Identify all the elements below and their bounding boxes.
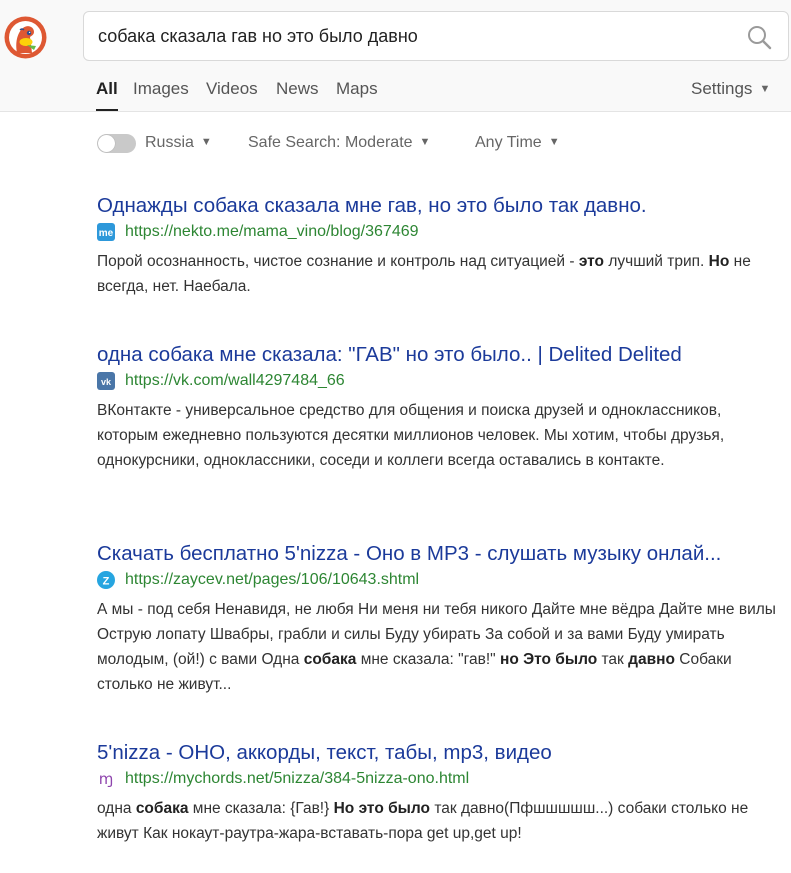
chevron-down-icon: ▼: [759, 83, 771, 95]
tab-news[interactable]: News: [276, 79, 319, 99]
safe-search-filter[interactable]: Safe Search: Moderate ▼: [248, 134, 430, 152]
result-snippet: ВКонтакте - универсальное средство для о…: [97, 398, 782, 473]
region-label: Russia: [145, 134, 194, 151]
search-icon[interactable]: [746, 24, 772, 50]
duckduckgo-logo-icon[interactable]: [3, 15, 48, 60]
snippet-highlight: Но: [708, 253, 730, 270]
me-icon: me: [97, 223, 115, 241]
snippet-text: так: [597, 651, 629, 668]
safe-search-label: Safe Search: Moderate: [248, 134, 413, 151]
mychords-icon: ɱ: [97, 770, 115, 788]
region-toggle[interactable]: [97, 134, 136, 153]
snippet-text: лучший трип.: [604, 253, 709, 270]
toggle-knob: [98, 135, 115, 152]
snippet-text: ВКонтакте - универсальное средство для о…: [97, 402, 725, 469]
snippet-highlight: собака: [135, 800, 189, 817]
search-input[interactable]: собака сказала гав но это было давно: [83, 11, 789, 61]
vk-icon: vk: [97, 372, 115, 390]
snippet-text: мне сказала: "гав!": [356, 651, 500, 668]
svg-text:me: me: [99, 228, 114, 239]
tab-maps[interactable]: Maps: [336, 79, 378, 99]
time-label: Any Time: [475, 134, 542, 151]
snippet-text: одна: [97, 800, 136, 817]
snippet-highlight: Но это было: [333, 800, 431, 817]
snippet-text: Порой осознанность, чистое сознание и ко…: [97, 253, 579, 270]
result-url-link[interactable]: https://vk.com/wall4297484_66: [125, 370, 345, 392]
search-result: Скачать бесплатно 5'nizza - Оно в MP3 - …: [97, 541, 787, 697]
snippet-highlight: это: [578, 253, 605, 270]
tab-images[interactable]: Images: [133, 79, 189, 99]
result-title-link[interactable]: Однажды собака сказала мне гав, но это б…: [97, 193, 777, 219]
snippet-highlight: но Это было: [499, 651, 598, 668]
result-snippet: одна собака мне сказала: {Гав!} Но это б…: [97, 796, 782, 846]
time-filter[interactable]: Any Time ▼: [475, 134, 560, 152]
search-query-text[interactable]: собака сказала гав но это было давно: [98, 26, 418, 47]
search-result: одна собака мне сказала: "ГАВ" но это бы…: [97, 342, 787, 473]
region-filter[interactable]: Russia ▼: [145, 134, 212, 152]
chevron-down-icon: ▼: [419, 136, 431, 148]
chevron-down-icon: ▼: [548, 136, 560, 148]
result-title-link[interactable]: Скачать бесплатно 5'nizza - Оно в MP3 - …: [97, 541, 777, 567]
tab-videos[interactable]: Videos: [206, 79, 258, 99]
snippet-highlight: собака: [303, 651, 357, 668]
snippet-text: мне сказала: {Гав!}: [188, 800, 334, 817]
settings-dropdown[interactable]: Settings ▼: [691, 79, 770, 99]
result-title-link[interactable]: одна собака мне сказала: "ГАВ" но это бы…: [97, 342, 777, 368]
snippet-highlight: давно: [628, 651, 675, 668]
result-snippet: Порой осознанность, чистое сознание и ко…: [97, 249, 782, 299]
search-result: Однажды собака сказала мне гав, но это б…: [97, 193, 787, 299]
chevron-down-icon: ▼: [200, 136, 212, 148]
result-url-link[interactable]: https://mychords.net/5nizza/384-5nizza-o…: [125, 768, 469, 790]
result-url-link[interactable]: https://nekto.me/mama_vino/blog/367469: [125, 221, 419, 243]
svg-text:vk: vk: [101, 377, 112, 387]
result-title-link[interactable]: 5'nizza - ОНО, аккорды, текст, табы, mp3…: [97, 740, 777, 766]
tab-all[interactable]: All: [96, 79, 118, 111]
search-result: 5'nizza - ОНО, аккорды, текст, табы, mp3…: [97, 740, 787, 846]
settings-label: Settings: [691, 79, 753, 98]
result-url-link[interactable]: https://zaycev.net/pages/106/10643.shtml: [125, 569, 419, 591]
svg-text:ɱ: ɱ: [99, 770, 114, 788]
result-snippet: А мы - под себя Ненавидя, не любя Ни мен…: [97, 597, 782, 697]
header: собака сказала гав но это было давно All…: [0, 0, 791, 112]
svg-text:Z: Z: [103, 576, 110, 588]
zaycev-icon: Z: [97, 571, 115, 589]
